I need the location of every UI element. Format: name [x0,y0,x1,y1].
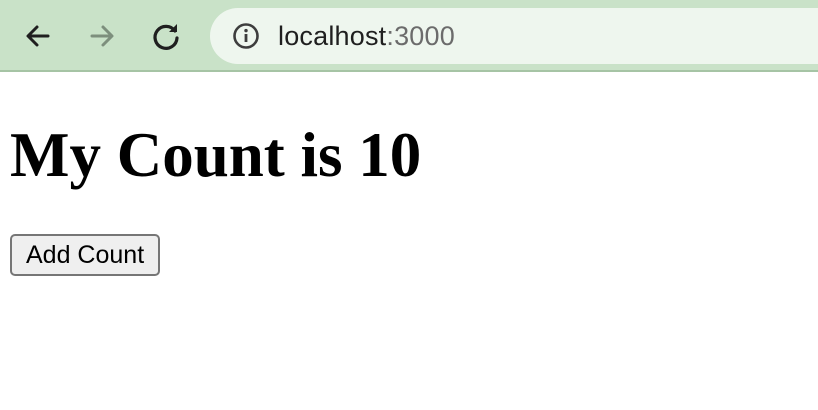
arrow-left-icon [26,25,50,47]
reload-icon [153,24,179,50]
arrow-right-icon [90,25,114,47]
url-host: localhost [278,21,387,51]
info-icon[interactable] [232,22,260,50]
reload-button[interactable] [148,18,184,54]
browser-toolbar: localhost:3000 [0,0,818,72]
forward-button[interactable] [84,18,120,54]
page-content: My Count is 10 Add Count [0,74,818,410]
page-title: My Count is 10 [10,120,422,190]
url-port: :3000 [386,21,455,51]
url-text[interactable]: localhost:3000 [278,21,455,51]
add-count-button[interactable]: Add Count [10,234,161,276]
back-button[interactable] [20,18,56,54]
address-bar[interactable]: localhost:3000 [210,8,818,64]
